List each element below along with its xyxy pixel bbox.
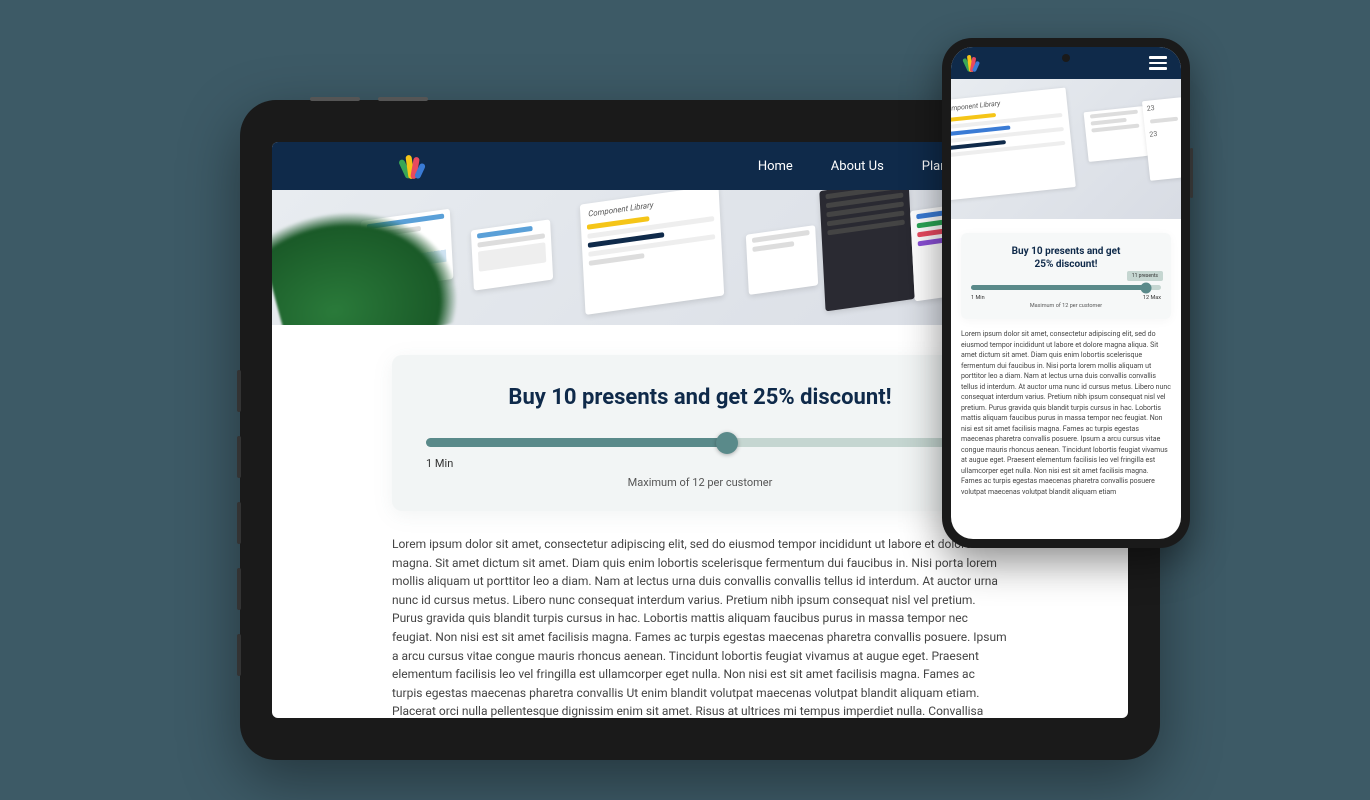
tablet-physical-buttons-side <box>237 370 241 676</box>
slider-fill <box>426 438 727 447</box>
hamburger-menu-icon[interactable] <box>1149 56 1167 70</box>
slider-value-badge: 11 presents <box>1127 271 1163 281</box>
slider-min-label: 1 Min <box>971 295 985 301</box>
slider-fill <box>971 285 1146 290</box>
logo-icon[interactable] <box>402 153 423 179</box>
phone-slider-card: Buy 10 presents and get 25% discount! 11… <box>961 233 1171 319</box>
phone-physical-button <box>1190 148 1193 198</box>
slider-title: Buy 10 presents and get 25% discount! <box>422 385 978 410</box>
hero-card-title: Component Library <box>951 87 1067 116</box>
tablet-slider-card: Buy 10 presents and get 25% discount! 1 … <box>392 355 1008 511</box>
slider-max-label: 12 Max <box>1143 295 1161 301</box>
nav-link-home[interactable]: Home <box>758 159 793 174</box>
hero-card-title: Component Library <box>580 190 720 222</box>
slider-title: Buy 10 presents and get 25% discount! <box>971 245 1161 271</box>
phone-body-paragraph: Lorem ipsum dolor sit amet, consectetur … <box>961 329 1171 497</box>
phone-header <box>951 47 1181 79</box>
decorative-leaf <box>272 190 467 325</box>
logo-icon[interactable] <box>965 54 978 72</box>
slider-caption: Maximum of 12 per customer <box>426 476 974 489</box>
quantity-slider[interactable] <box>426 438 974 447</box>
phone-screen: Component Library 23 23 Buy 10 pr <box>951 47 1181 539</box>
phone-hero-image: Component Library 23 23 <box>951 79 1181 219</box>
slider-thumb[interactable] <box>1140 282 1151 293</box>
phone-camera-notch <box>1062 54 1070 62</box>
slider-thumb[interactable] <box>716 432 738 454</box>
nav-link-about[interactable]: About Us <box>831 159 884 174</box>
slider-min-label: 1 Min <box>426 457 453 470</box>
slider-caption: Maximum of 12 per customer <box>971 303 1161 309</box>
tablet-body-paragraph: Lorem ipsum dolor sit amet, consectetur … <box>392 535 1008 718</box>
quantity-slider[interactable] <box>971 285 1161 290</box>
tablet-physical-buttons-top <box>310 97 428 101</box>
phone-device-frame: Component Library 23 23 Buy 10 pr <box>942 38 1190 548</box>
